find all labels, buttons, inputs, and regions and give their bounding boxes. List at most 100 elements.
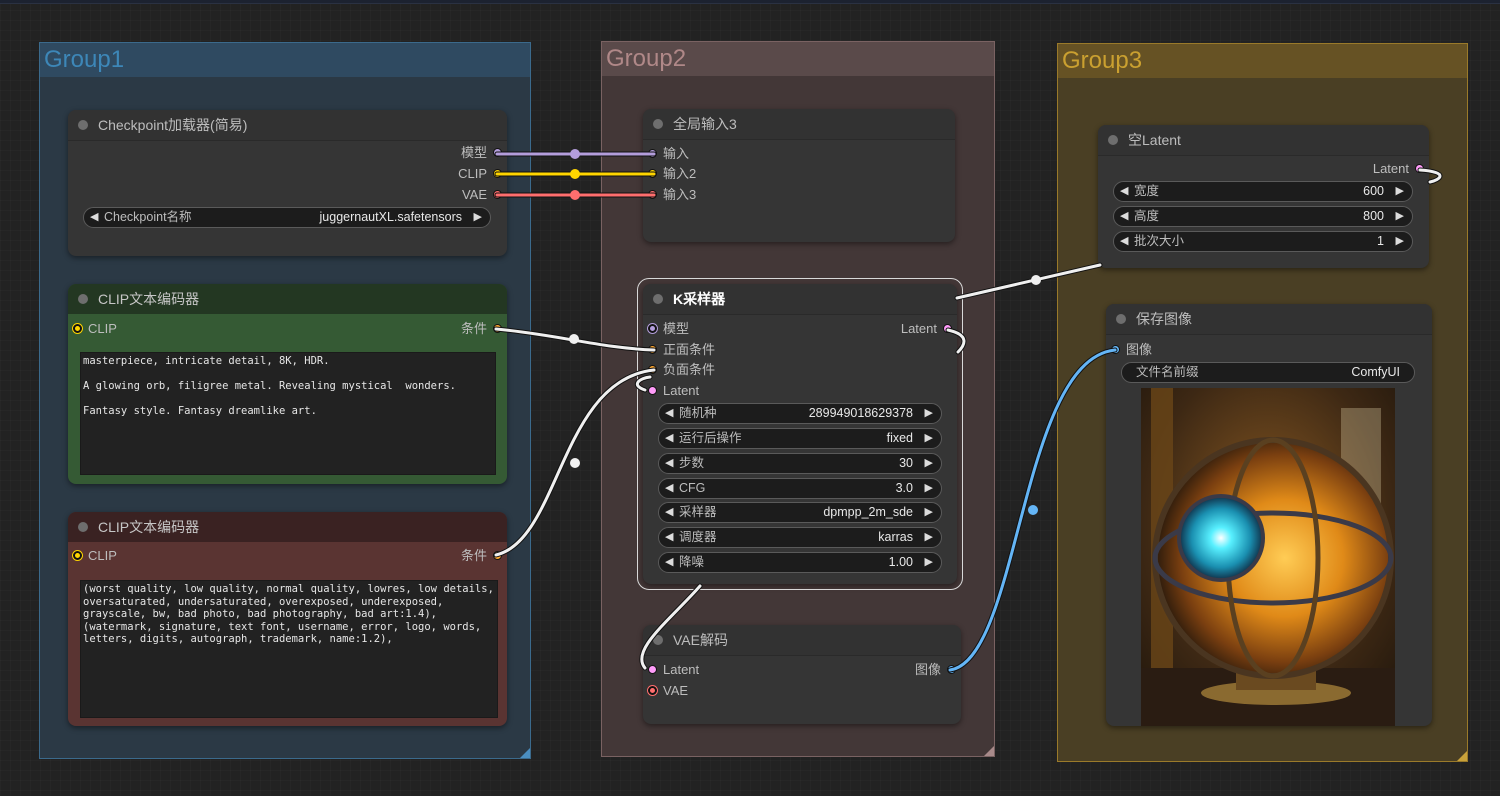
empty-latent-node[interactable]: 空Latent Latent ◀ 宽度 600 ▶ ◀ 高度 800 ▶ ◀ 批… xyxy=(1098,125,1429,268)
latent-pin-icon[interactable] xyxy=(648,386,657,395)
left-arrow-icon[interactable]: ◀ xyxy=(665,553,673,572)
output-slot-image[interactable]: 图像 xyxy=(915,660,961,680)
output-slot-model[interactable]: 模型 xyxy=(461,143,507,163)
vae-pin-icon[interactable] xyxy=(648,190,657,199)
left-arrow-icon[interactable]: ◀ xyxy=(665,528,673,547)
image-preview[interactable] xyxy=(1141,388,1395,726)
input-slot-positive[interactable]: 正面条件 xyxy=(643,340,715,360)
resize-handle[interactable] xyxy=(984,746,994,756)
node-header[interactable]: VAE解码 xyxy=(643,625,961,656)
right-arrow-icon[interactable]: ▶ xyxy=(1396,207,1404,226)
global-input-node[interactable]: 全局输入3 输入 输入2 输入3 xyxy=(643,109,955,242)
right-arrow-icon[interactable]: ▶ xyxy=(925,429,933,448)
output-slot-clip[interactable]: CLIP xyxy=(458,164,507,184)
vae-decode-node[interactable]: VAE解码 Latent VAE 图像 xyxy=(643,625,961,724)
image-pin-icon[interactable] xyxy=(1111,345,1120,354)
batch-size-widget[interactable]: ◀ 批次大小 1 ▶ xyxy=(1113,231,1413,252)
latent-pin-icon[interactable] xyxy=(943,324,952,333)
collapse-dot-icon[interactable] xyxy=(653,294,663,304)
collapse-dot-icon[interactable] xyxy=(1108,135,1118,145)
left-arrow-icon[interactable]: ◀ xyxy=(665,479,673,498)
input-slot-1[interactable]: 输入 xyxy=(643,144,689,164)
latent-pin-icon[interactable] xyxy=(648,665,657,674)
node-header[interactable]: CLIP文本编码器 xyxy=(68,512,507,542)
steps-widget[interactable]: ◀ 步数 30 ▶ xyxy=(658,453,942,474)
input-slot-vae[interactable]: VAE xyxy=(643,681,688,701)
clip-pin-icon[interactable] xyxy=(493,169,502,178)
right-arrow-icon[interactable]: ▶ xyxy=(925,553,933,572)
checkpoint-name-combo[interactable]: ◀ Checkpoint名称 juggernautXL.safetensors … xyxy=(83,207,491,228)
vae-pin-icon[interactable] xyxy=(648,686,657,695)
left-arrow-icon[interactable]: ◀ xyxy=(665,404,673,423)
clip-text-encode-negative-node[interactable]: CLIP文本编码器 CLIP 条件 (worst quality, low qu… xyxy=(68,512,507,726)
input-slot-model[interactable]: 模型 xyxy=(643,319,689,339)
node-header[interactable]: 保存图像 xyxy=(1106,304,1432,335)
seed-widget[interactable]: ◀ 随机种 289949018629378 ▶ xyxy=(658,403,942,424)
conditioning-pin-icon[interactable] xyxy=(648,345,657,354)
filename-prefix-input[interactable]: 文件名前缀 ComfyUI xyxy=(1121,362,1415,383)
node-header[interactable]: 空Latent xyxy=(1098,125,1429,156)
model-pin-icon[interactable] xyxy=(648,324,657,333)
collapse-dot-icon[interactable] xyxy=(78,294,88,304)
left-arrow-icon[interactable]: ◀ xyxy=(665,454,673,473)
control-after-generate-widget[interactable]: ◀ 运行后操作 fixed ▶ xyxy=(658,428,942,449)
input-slot-2[interactable]: 输入2 xyxy=(643,164,696,184)
output-slot-latent[interactable]: Latent xyxy=(901,319,957,339)
clip-pin-icon[interactable] xyxy=(648,169,657,178)
latent-pin-icon[interactable] xyxy=(1415,164,1424,173)
left-arrow-icon[interactable]: ◀ xyxy=(90,208,98,227)
denoise-widget[interactable]: ◀ 降噪 1.00 ▶ xyxy=(658,552,942,573)
image-pin-icon[interactable] xyxy=(947,665,956,674)
input-slot-latent[interactable]: Latent xyxy=(643,381,699,401)
group-title[interactable]: Group1 xyxy=(40,43,530,77)
resize-handle[interactable] xyxy=(520,748,530,758)
collapse-dot-icon[interactable] xyxy=(653,119,663,129)
node-header[interactable]: Checkpoint加载器(简易) xyxy=(68,110,507,141)
node-header[interactable]: CLIP文本编码器 xyxy=(68,284,507,314)
clip-pin-icon[interactable] xyxy=(73,551,82,560)
right-arrow-icon[interactable]: ▶ xyxy=(474,208,482,227)
checkpoint-loader-node[interactable]: Checkpoint加载器(简易) 模型 CLIP VAE ◀ Checkpoi… xyxy=(68,110,507,256)
input-slot-clip[interactable]: CLIP xyxy=(68,546,117,566)
collapse-dot-icon[interactable] xyxy=(78,120,88,130)
node-header[interactable]: 全局输入3 xyxy=(643,109,955,140)
collapse-dot-icon[interactable] xyxy=(1116,314,1126,324)
left-arrow-icon[interactable]: ◀ xyxy=(1120,207,1128,226)
input-slot-image[interactable]: 图像 xyxy=(1106,340,1152,360)
cfg-widget[interactable]: ◀ CFG 3.0 ▶ xyxy=(658,478,942,499)
conditioning-pin-icon[interactable] xyxy=(493,324,502,333)
right-arrow-icon[interactable]: ▶ xyxy=(925,528,933,547)
resize-handle[interactable] xyxy=(1457,751,1467,761)
left-arrow-icon[interactable]: ◀ xyxy=(665,503,673,522)
left-arrow-icon[interactable]: ◀ xyxy=(1120,232,1128,251)
collapse-dot-icon[interactable] xyxy=(653,635,663,645)
output-slot-conditioning[interactable]: 条件 xyxy=(461,546,507,566)
conditioning-pin-icon[interactable] xyxy=(648,365,657,374)
prompt-textarea[interactable]: masterpiece, intricate detail, 8K, HDR. … xyxy=(80,352,496,475)
left-arrow-icon[interactable]: ◀ xyxy=(665,429,673,448)
save-image-node[interactable]: 保存图像 图像 文件名前缀 ComfyUI xyxy=(1106,304,1432,726)
height-widget[interactable]: ◀ 高度 800 ▶ xyxy=(1113,206,1413,227)
output-slot-conditioning[interactable]: 条件 xyxy=(461,319,507,339)
left-arrow-icon[interactable]: ◀ xyxy=(1120,182,1128,201)
input-slot-latent[interactable]: Latent xyxy=(643,660,699,680)
conditioning-pin-icon[interactable] xyxy=(493,551,502,560)
right-arrow-icon[interactable]: ▶ xyxy=(925,454,933,473)
negative-prompt-textarea[interactable]: (worst quality, low quality, normal qual… xyxy=(80,580,498,718)
sampler-widget[interactable]: ◀ 采样器 dpmpp_2m_sde ▶ xyxy=(658,502,942,523)
right-arrow-icon[interactable]: ▶ xyxy=(925,479,933,498)
width-widget[interactable]: ◀ 宽度 600 ▶ xyxy=(1113,181,1413,202)
model-pin-icon[interactable] xyxy=(648,149,657,158)
clip-pin-icon[interactable] xyxy=(73,324,82,333)
output-slot-latent[interactable]: Latent xyxy=(1373,159,1429,179)
scheduler-widget[interactable]: ◀ 调度器 karras ▶ xyxy=(658,527,942,548)
node-header[interactable]: K采样器 xyxy=(643,284,957,315)
input-slot-negative[interactable]: 负面条件 xyxy=(643,360,715,380)
ksampler-node[interactable]: K采样器 模型 正面条件 负面条件 Latent Latent ◀ 随机种 28… xyxy=(643,284,957,584)
input-slot-3[interactable]: 输入3 xyxy=(643,185,696,205)
right-arrow-icon[interactable]: ▶ xyxy=(1396,182,1404,201)
right-arrow-icon[interactable]: ▶ xyxy=(1396,232,1404,251)
group-title[interactable]: Group2 xyxy=(602,42,994,76)
vae-pin-icon[interactable] xyxy=(493,190,502,199)
collapse-dot-icon[interactable] xyxy=(78,522,88,532)
